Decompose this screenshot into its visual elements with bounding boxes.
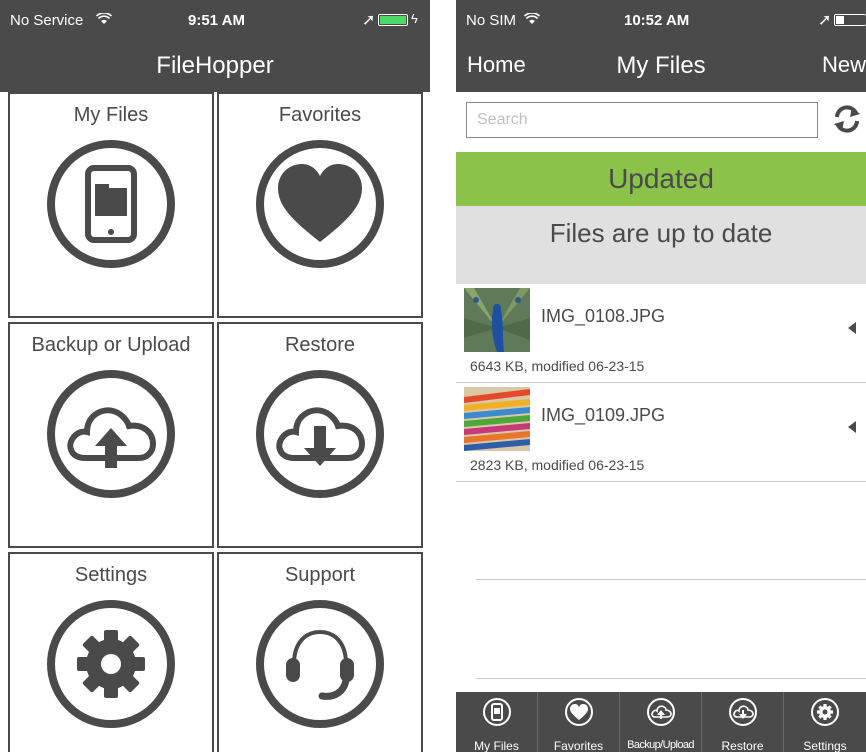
file-meta: 6643 KB, modified 06-23-15: [470, 358, 645, 374]
wifi-icon: [524, 13, 540, 24]
file-row[interactable]: IMG_0108.JPG 6643 KB, modified 06-23-15: [456, 284, 866, 383]
tile-label: Support: [284, 564, 356, 586]
tab-settings[interactable]: Settings: [784, 692, 866, 752]
carrier-label: No Service: [10, 12, 84, 29]
tab-label: Restore: [721, 739, 764, 752]
search-row: [456, 92, 866, 152]
tile-label: Restore: [284, 334, 356, 356]
status-bar: No Service 9:51 AM ➚ ϟ: [0, 0, 430, 40]
nav-bar: Home My Files New: [456, 40, 866, 92]
tab-label: Backup/Upload: [627, 739, 694, 751]
file-meta: 2823 KB, modified 06-23-15: [470, 457, 645, 473]
carrier-label: No SIM: [466, 12, 517, 29]
file-row[interactable]: IMG_0109.JPG 2823 KB, modified 06-23-15: [456, 383, 866, 482]
tile-label: Settings: [74, 564, 148, 586]
tile-my-files[interactable]: My Files: [8, 92, 214, 318]
location-arrow-icon: ➚: [818, 12, 832, 29]
tab-label: Settings: [803, 739, 847, 752]
empty-row-separator: [476, 579, 866, 580]
battery-icon: [378, 14, 408, 26]
search-input[interactable]: [466, 102, 818, 138]
heart-icon: [565, 698, 593, 726]
cloud-upload-icon: [67, 407, 157, 468]
tile-backup-or-upload[interactable]: Backup or Upload: [8, 322, 214, 548]
cloud-download-icon: [729, 698, 757, 726]
charging-icon: ϟ: [411, 11, 418, 26]
file-name: IMG_0108.JPG: [541, 306, 666, 326]
status-message: Files are up to date: [456, 206, 866, 284]
phone-icon: [483, 698, 511, 726]
gear-icon: [77, 630, 145, 698]
tile-label: My Files: [73, 104, 149, 126]
disclosure-arrow-icon: [848, 421, 856, 433]
headset-icon: [286, 629, 354, 700]
tile-favorites[interactable]: Favorites: [217, 92, 423, 318]
battery-icon: [834, 14, 866, 26]
app-title: FileHopper: [156, 52, 274, 79]
tab-label: My Files: [474, 739, 519, 752]
cloud-download-icon: [276, 407, 366, 466]
file-name: IMG_0109.JPG: [541, 405, 666, 425]
gear-icon: [811, 698, 839, 726]
tab-my-files[interactable]: My Files: [456, 692, 538, 752]
clock: 10:52 AM: [624, 12, 690, 29]
tab-bar: My Files Favorites Backup/Upload Restore…: [456, 692, 866, 752]
tile-support[interactable]: Support: [217, 552, 423, 752]
divider: [430, 0, 456, 752]
filehopper-home-screen: No Service 9:51 AM ➚ ϟ FileHopper My Fil…: [0, 0, 430, 752]
status-bar: No SIM 10:52 AM ➚: [456, 0, 866, 40]
wifi-icon: [96, 13, 112, 24]
location-arrow-icon: ➚: [362, 12, 376, 29]
cloud-upload-icon: [647, 698, 675, 726]
heart-icon: [278, 164, 362, 242]
tile-settings[interactable]: Settings: [8, 552, 214, 752]
clock: 9:51 AM: [188, 12, 245, 29]
new-button[interactable]: New: [822, 52, 866, 78]
phone-icon: [85, 165, 137, 243]
empty-row-separator: [476, 678, 866, 679]
updated-banner: Updated: [456, 152, 866, 206]
disclosure-arrow-icon: [848, 322, 856, 334]
page-title: My Files: [616, 52, 706, 79]
my-files-screen: No SIM 10:52 AM ➚ Home My Files New Upda…: [456, 0, 866, 752]
tile-restore[interactable]: Restore: [217, 322, 423, 548]
tab-label: Favorites: [553, 739, 604, 752]
tab-backup-upload[interactable]: Backup/Upload: [620, 692, 702, 752]
tab-restore[interactable]: Restore: [702, 692, 784, 752]
tab-favorites[interactable]: Favorites: [538, 692, 620, 752]
peacock-thumbnail: [464, 288, 530, 352]
tile-label: Favorites: [278, 104, 362, 126]
tile-label: Backup or Upload: [31, 334, 191, 356]
title-bar: FileHopper: [0, 40, 430, 92]
pencils-thumbnail: [464, 387, 530, 451]
refresh-icon[interactable]: [830, 102, 864, 136]
